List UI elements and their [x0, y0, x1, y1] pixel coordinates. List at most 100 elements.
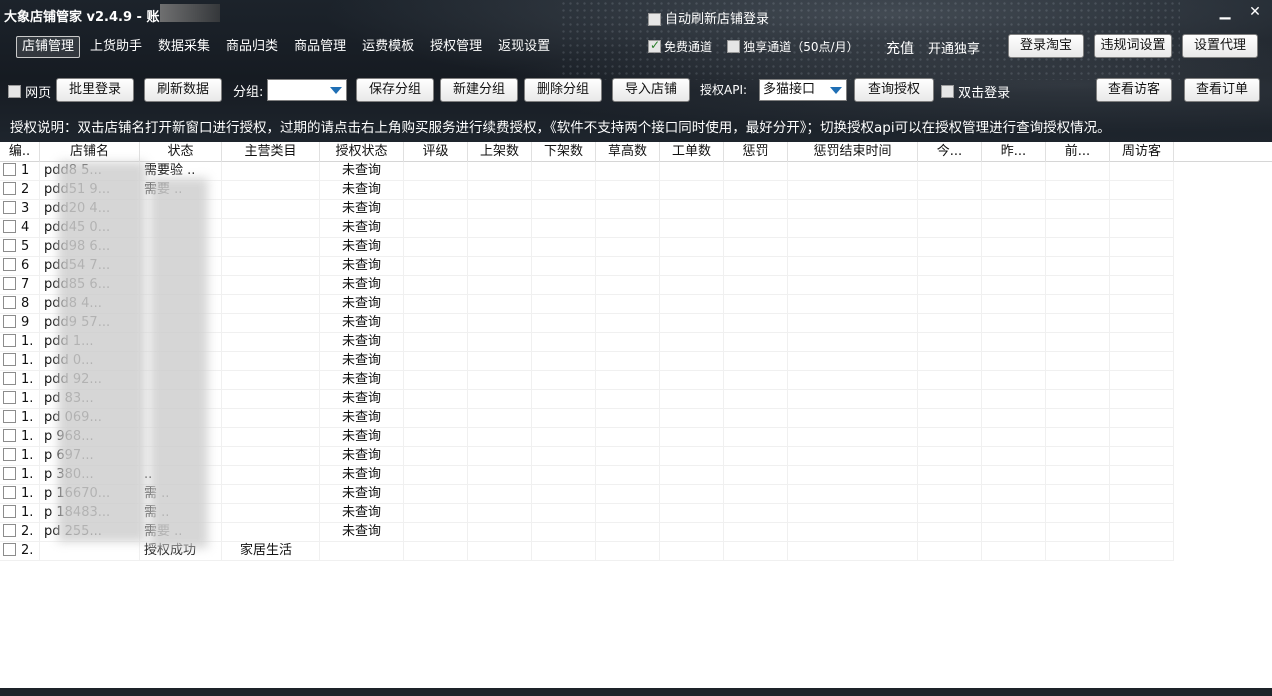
- menu-item-product-management[interactable]: 商品管理: [288, 36, 352, 58]
- delete-group-button[interactable]: 删除分组: [524, 78, 602, 102]
- group-select[interactable]: [267, 79, 347, 101]
- row-number-cell[interactable]: 1.: [0, 333, 40, 352]
- col-day-before[interactable]: 前...: [1046, 142, 1110, 162]
- row-number-cell[interactable]: 1.: [0, 352, 40, 371]
- menu-item-cashback-settings[interactable]: 返现设置: [492, 36, 556, 58]
- batch-login-button[interactable]: 批里登录: [56, 78, 134, 102]
- row-number-cell[interactable]: 1.: [0, 409, 40, 428]
- row-checkbox[interactable]: [3, 163, 16, 176]
- row-number-cell[interactable]: 1.: [0, 447, 40, 466]
- auto-refresh-checkbox[interactable]: [648, 13, 661, 26]
- row-number-cell[interactable]: 3: [0, 200, 40, 219]
- menu-item-shop-management[interactable]: 店铺管理: [16, 36, 81, 58]
- api-select[interactable]: 多猫接口: [759, 79, 847, 101]
- row-checkbox[interactable]: [3, 296, 16, 309]
- menu-item-data-collection[interactable]: 数据采集: [152, 36, 216, 58]
- row-number-cell[interactable]: 1.: [0, 466, 40, 485]
- row-checkbox[interactable]: [3, 467, 16, 480]
- row-checkbox[interactable]: [3, 239, 16, 252]
- row-number-cell[interactable]: 4: [0, 219, 40, 238]
- col-status[interactable]: 状态: [140, 142, 222, 162]
- close-icon[interactable]: ✕: [1244, 4, 1266, 22]
- row-number-cell[interactable]: 5: [0, 238, 40, 257]
- row-checkbox[interactable]: [3, 410, 16, 423]
- banned-words-button[interactable]: 违规词设置: [1094, 34, 1172, 58]
- row-number-cell[interactable]: 1.: [0, 371, 40, 390]
- col-number[interactable]: 编..: [0, 142, 40, 162]
- menu-item-shipping-template[interactable]: 运费模板: [356, 36, 420, 58]
- query-auth-button[interactable]: 查询授权: [854, 78, 934, 102]
- double-click-login-option[interactable]: 双击登录: [941, 82, 1010, 101]
- row-checkbox[interactable]: [3, 220, 16, 233]
- col-unlisted[interactable]: 下架数: [532, 142, 596, 162]
- recharge-link[interactable]: 充值: [886, 38, 914, 58]
- row-checkbox[interactable]: [3, 391, 16, 404]
- row-checkbox[interactable]: [3, 334, 16, 347]
- menu-item-product-category[interactable]: 商品归类: [220, 36, 284, 58]
- menu-item-listing-assistant[interactable]: 上货助手: [84, 36, 148, 58]
- col-listed[interactable]: 上架数: [468, 142, 532, 162]
- auto-refresh-option[interactable]: 自动刷新店铺登录: [648, 8, 769, 27]
- view-orders-button[interactable]: 查看订单: [1184, 78, 1260, 102]
- refresh-data-button[interactable]: 刷新数据: [144, 78, 222, 102]
- row-number-cell[interactable]: 1.: [0, 485, 40, 504]
- row-number-cell[interactable]: 7: [0, 276, 40, 295]
- row-checkbox[interactable]: [3, 315, 16, 328]
- row-number: 1.: [21, 353, 34, 368]
- row-number-cell[interactable]: 6: [0, 257, 40, 276]
- row-number-cell[interactable]: 1.: [0, 504, 40, 523]
- cell-empty: [1046, 295, 1110, 314]
- open-exclusive-link[interactable]: 开通独享: [928, 38, 980, 57]
- login-taobao-button[interactable]: 登录淘宝: [1008, 34, 1084, 58]
- row-checkbox[interactable]: [3, 448, 16, 461]
- row-checkbox[interactable]: [3, 505, 16, 518]
- cell-auth: 未查询: [320, 504, 404, 523]
- row-checkbox[interactable]: [3, 353, 16, 366]
- row-number-cell[interactable]: 1.: [0, 428, 40, 447]
- col-auth-status[interactable]: 授权状态: [320, 142, 404, 162]
- col-yesterday[interactable]: 昨...: [982, 142, 1046, 162]
- row-checkbox[interactable]: [3, 543, 16, 556]
- col-weekly-visitors[interactable]: 周访客: [1110, 142, 1174, 162]
- row-number-cell[interactable]: 1: [0, 162, 40, 181]
- cell-empty: [660, 295, 724, 314]
- cell-empty: [532, 542, 596, 561]
- proxy-settings-button[interactable]: 设置代理: [1182, 34, 1258, 58]
- menu-item-auth-management[interactable]: 授权管理: [424, 36, 488, 58]
- row-checkbox[interactable]: [3, 486, 16, 499]
- exclusive-channel-checkbox[interactable]: [727, 40, 741, 53]
- col-shop-name[interactable]: 店铺名: [40, 142, 140, 162]
- web-option[interactable]: 网页: [8, 82, 51, 101]
- col-category[interactable]: 主营类目: [222, 142, 320, 162]
- col-today[interactable]: 今...: [918, 142, 982, 162]
- new-group-button[interactable]: 新建分组: [440, 78, 518, 102]
- col-penalty[interactable]: 惩罚: [724, 142, 788, 162]
- row-checkbox[interactable]: [3, 201, 16, 214]
- double-click-login-checkbox[interactable]: [941, 85, 954, 98]
- row-checkbox[interactable]: [3, 182, 16, 195]
- cell-empty: [1110, 504, 1174, 523]
- row-number-cell[interactable]: 2.: [0, 542, 40, 561]
- row-number-cell[interactable]: 2.: [0, 523, 40, 542]
- row-checkbox[interactable]: [3, 429, 16, 442]
- web-checkbox[interactable]: [8, 85, 21, 98]
- row-number-cell[interactable]: 9: [0, 314, 40, 333]
- col-tickets[interactable]: 工单数: [660, 142, 724, 162]
- free-channel-checkbox[interactable]: [648, 38, 661, 53]
- col-penalty-end[interactable]: 惩罚结束时间: [788, 142, 918, 162]
- row-checkbox[interactable]: [3, 372, 16, 385]
- row-number-cell[interactable]: 1.: [0, 390, 40, 409]
- save-group-button[interactable]: 保存分组: [356, 78, 434, 102]
- minimize-icon[interactable]: ▁: [1214, 4, 1236, 22]
- row-checkbox[interactable]: [3, 258, 16, 271]
- import-shop-button[interactable]: 导入店铺: [612, 78, 690, 102]
- cell-shop[interactable]: [40, 542, 140, 561]
- row-number-cell[interactable]: 8: [0, 295, 40, 314]
- row-checkbox[interactable]: [3, 277, 16, 290]
- row-checkbox[interactable]: [3, 524, 16, 537]
- cell-empty: [788, 485, 918, 504]
- view-visitors-button[interactable]: 查看访客: [1096, 78, 1172, 102]
- col-rating[interactable]: 评级: [404, 142, 468, 162]
- col-drafts[interactable]: 草高数: [596, 142, 660, 162]
- row-number-cell[interactable]: 2: [0, 181, 40, 200]
